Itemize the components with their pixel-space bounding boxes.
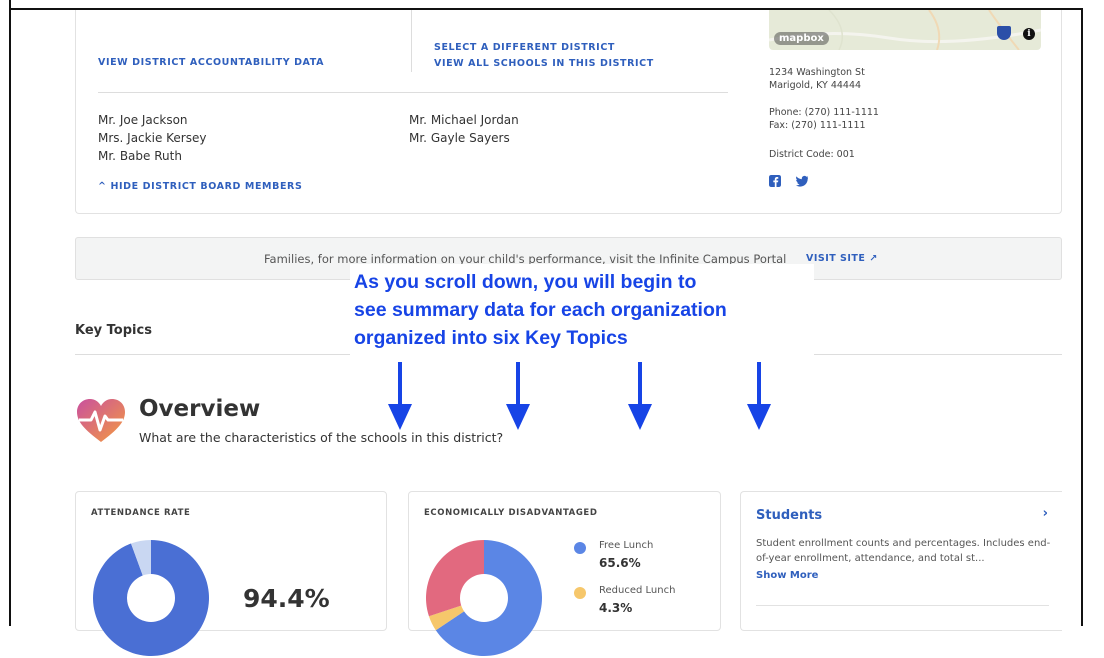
district-address: 1234 Washington St Marigold, KY 44444 (769, 66, 865, 92)
card-title: ATTENDANCE RATE (91, 508, 191, 518)
board-member: Mr. Michael Jordan (409, 113, 519, 127)
horizontal-divider (98, 92, 728, 93)
board-member: Mr. Joe Jackson (98, 113, 188, 127)
district-code: District Code: 001 (769, 149, 855, 160)
frame-border-right (1081, 8, 1083, 626)
fax-number: Fax: (270) 111-1111 (769, 120, 866, 131)
attendance-rate-value: 94.4% (243, 584, 330, 613)
annotation-line: organized into six Key Topics (354, 327, 628, 349)
legend-label: Free Lunch (599, 540, 654, 551)
attendance-rate-card[interactable]: ATTENDANCE RATE 94.4% (75, 491, 387, 656)
economic-hole (460, 574, 508, 622)
frame-border-left (9, 0, 11, 626)
board-member: Mrs. Jackie Kersey (98, 131, 207, 145)
view-accountability-link[interactable]: VIEW DISTRICT ACCOUNTABILITY DATA (98, 57, 324, 68)
view-all-schools-link[interactable]: VIEW ALL SCHOOLS IN THIS DISTRICT (434, 58, 654, 69)
address-line: 1234 Washington St (769, 67, 865, 78)
annotation-line: As you scroll down, you will begin to (354, 271, 697, 293)
attendance-donut-chart (92, 540, 209, 656)
visit-site-label: VISIT SITE (806, 253, 866, 264)
legend-value: 65.6% (599, 556, 641, 570)
attendance-hole (127, 574, 175, 622)
students-title[interactable]: Students (756, 508, 822, 523)
chevron-right-icon[interactable]: › (1043, 506, 1048, 521)
district-phone-fax: Phone: (270) 111-1111 Fax: (270) 111-111… (769, 106, 879, 132)
overview-title: Overview (139, 396, 261, 422)
economically-disadvantaged-card[interactable]: ECONOMICALLY DISADVANTAGED Free Lunch 65… (408, 491, 721, 656)
down-arrow-icon (628, 362, 652, 430)
heart-pulse-icon (77, 399, 125, 442)
select-district-link[interactable]: SELECT A DIFFERENT DISTRICT (434, 42, 615, 53)
annotation-line: see summary data for each organization (354, 299, 727, 321)
free-lunch-legend-dot (574, 542, 586, 554)
reduced-lunch-legend-dot (574, 587, 586, 599)
economic-donut-chart (426, 540, 542, 656)
district-info-card: VIEW DISTRICT ACCOUNTABILITY DATA SELECT… (75, 10, 1062, 214)
students-card[interactable]: Students › Student enrollment counts and… (740, 491, 1062, 631)
facebook-icon[interactable] (769, 175, 781, 187)
legend-label: Reduced Lunch (599, 585, 676, 596)
tutorial-annotation: As you scroll down, you will begin to se… (350, 264, 814, 356)
map-info-icon[interactable]: i (1023, 28, 1035, 40)
legend-value: 4.3% (599, 601, 633, 615)
vertical-divider (411, 10, 412, 72)
interstate-shield-icon (997, 26, 1011, 40)
mapbox-logo: mapbox (774, 32, 829, 45)
show-more-link[interactable]: Show More (756, 570, 818, 581)
card-divider (756, 605, 1049, 606)
board-member: Mr. Gayle Sayers (409, 131, 510, 145)
district-map[interactable]: mapbox i (769, 10, 1041, 50)
overview-subtitle: What are the characteristics of the scho… (139, 430, 504, 445)
card-title: ECONOMICALLY DISADVANTAGED (424, 508, 598, 518)
hide-board-members-link[interactable]: ^ HIDE DISTRICT BOARD MEMBERS (98, 181, 302, 192)
down-arrow-icon (747, 362, 771, 430)
board-member: Mr. Babe Ruth (98, 149, 182, 163)
phone-number: Phone: (270) 111-1111 (769, 107, 879, 118)
visit-site-link[interactable]: VISIT SITE ↗ (806, 253, 878, 264)
external-link-icon: ↗ (869, 253, 878, 264)
students-description: Student enrollment counts and percentage… (756, 538, 1051, 564)
twitter-icon[interactable] (796, 175, 808, 187)
key-topics-heading: Key Topics (75, 323, 152, 338)
down-arrow-icon (388, 362, 412, 430)
address-line: Marigold, KY 44444 (769, 80, 862, 91)
down-arrow-icon (506, 362, 530, 430)
